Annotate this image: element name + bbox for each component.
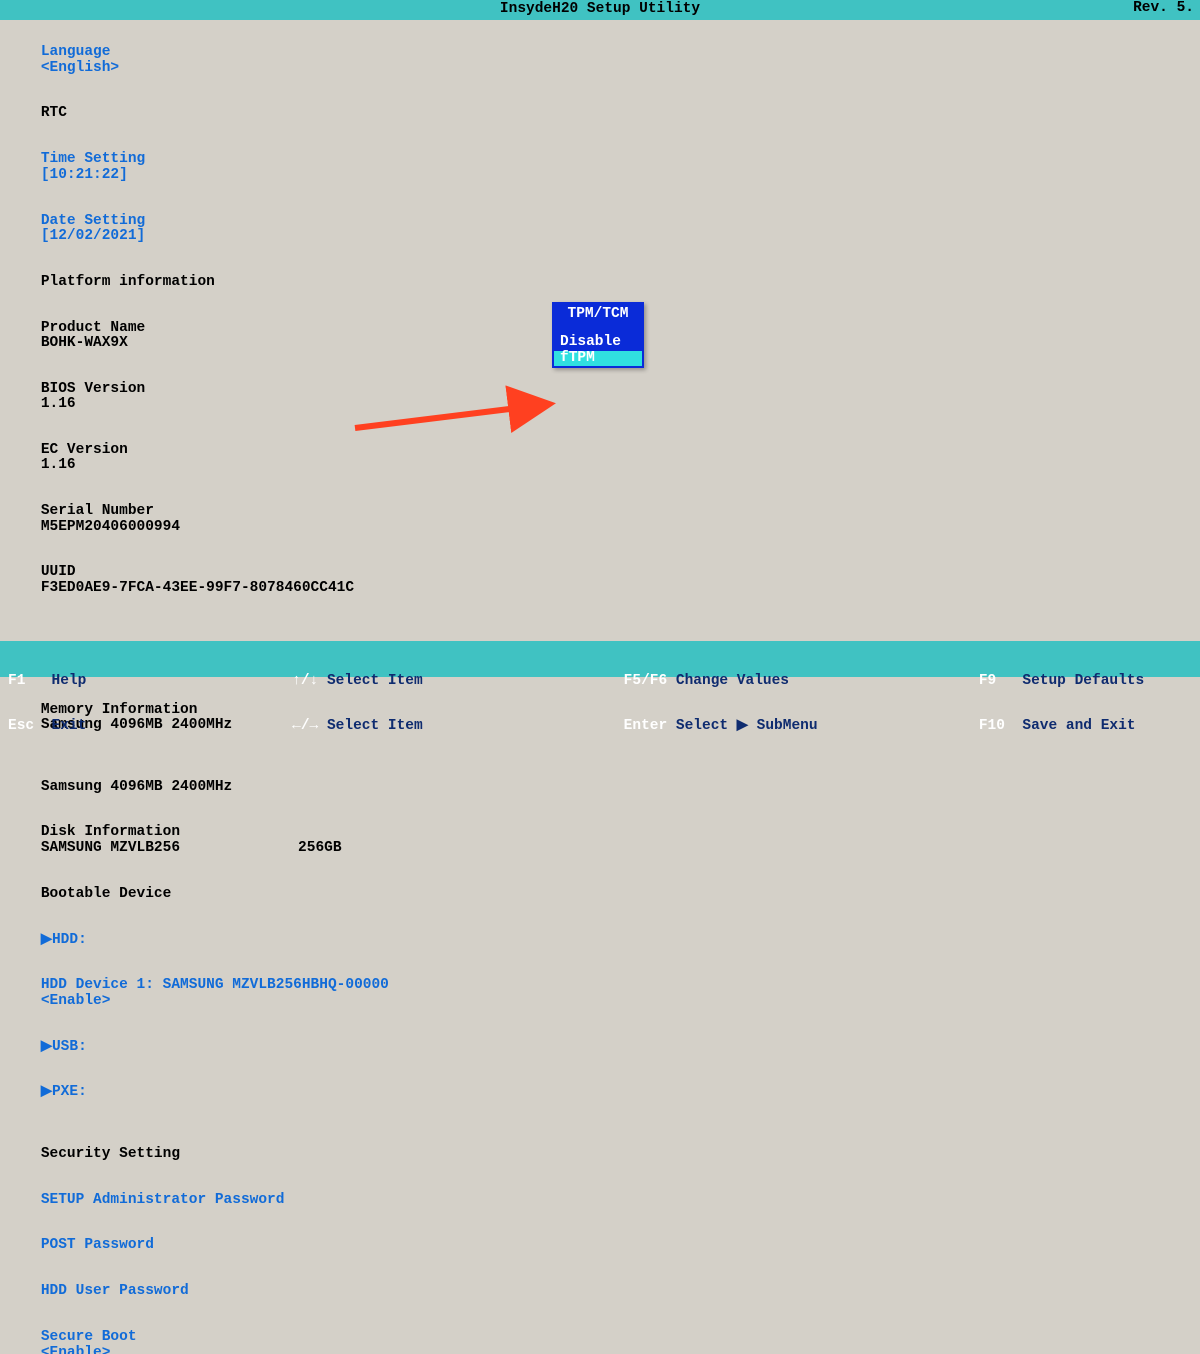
- label-setup-admin-password: SETUP Administrator Password: [41, 1193, 437, 1208]
- label-ec-version: EC Version: [41, 443, 437, 458]
- value-mem-info-2: Samsung 4096MB 2400MHz: [41, 780, 232, 795]
- footer-col-2: ↑/↓ Select Item ←/→ Select Item: [292, 643, 624, 765]
- value-uuid: F3ED0AE9-7FCA-43EE-99F7-8078460CC41C: [41, 581, 354, 596]
- label-post-password: POST Password: [41, 1238, 437, 1253]
- row-ec-version: EC Version 1.16: [6, 428, 1194, 489]
- value-product-name: BOHK-WAX9X: [41, 336, 128, 351]
- row-usb[interactable]: ▶USB:: [6, 1024, 1194, 1070]
- action-save-and-exit: Save and Exit: [1022, 718, 1135, 734]
- row-rtc: RTC: [6, 91, 1194, 137]
- row-bootable-device: Bootable Device: [6, 871, 1194, 917]
- row-hdd[interactable]: ▶HDD:: [6, 917, 1194, 963]
- footer-help-bar: F1 Help Esc Exit ↑/↓ Select Item ←/→ Sel…: [0, 641, 1200, 677]
- value-disk-info-left: SAMSUNG MZVLB256: [41, 840, 180, 856]
- key-up-down: ↑/↓: [292, 673, 318, 689]
- row-language[interactable]: Language <English>: [6, 30, 1194, 91]
- revision-text: Rev. 5.: [1133, 1, 1194, 16]
- row-setup-admin-password[interactable]: SETUP Administrator Password: [6, 1177, 1194, 1223]
- key-f5-f6: F5/F6: [624, 673, 668, 689]
- key-enter: Enter: [624, 718, 668, 734]
- row-date-setting[interactable]: Date Setting [12/02/2021]: [6, 198, 1194, 259]
- action-exit: Exit: [52, 718, 87, 734]
- label-pxe: ▶PXE:: [41, 1085, 437, 1100]
- key-f10: F10: [979, 718, 1005, 734]
- label-time-setting: Time Setting: [41, 152, 437, 167]
- value-date-setting: [12/02/2021]: [41, 229, 145, 244]
- value-secure-boot: <Enable>: [41, 1346, 111, 1354]
- value-language: <English>: [41, 61, 119, 76]
- label-serial-number: Serial Number: [41, 504, 437, 519]
- key-f1: F1: [8, 673, 25, 689]
- action-select-item-vert: Select Item: [327, 673, 423, 689]
- key-left-right: ←/→: [292, 718, 318, 734]
- label-date-setting: Date Setting: [41, 214, 437, 229]
- row-hdd-user-password[interactable]: HDD User Password: [6, 1269, 1194, 1315]
- popup-title: TPM/TCM: [554, 304, 642, 327]
- action-select-submenu: Select ▶ SubMenu: [676, 718, 818, 734]
- value-serial-number: M5EPM20406000994: [41, 520, 180, 535]
- label-bios-version: BIOS Version: [41, 382, 437, 397]
- footer-col-3: F5/F6 Change Values Enter Select ▶ SubMe…: [624, 643, 979, 765]
- row-pxe[interactable]: ▶PXE:: [6, 1070, 1194, 1116]
- value-ec-version: 1.16: [41, 458, 76, 473]
- row-hdd-device-1[interactable]: HDD Device 1: SAMSUNG MZVLB256HBHQ-00000…: [6, 963, 1194, 1024]
- row-security-setting: Security Setting: [6, 1131, 1194, 1177]
- label-disk-info: Disk Information: [41, 825, 437, 840]
- label-uuid: UUID: [41, 565, 437, 580]
- label-secure-boot: Secure Boot: [41, 1330, 437, 1345]
- footer-col-4: F9 Setup Defaults F10 Save and Exit: [979, 643, 1192, 765]
- label-product-name: Product Name: [41, 321, 437, 336]
- label-rtc: RTC: [41, 106, 437, 121]
- value-bios-version: 1.16: [41, 397, 76, 412]
- row-secure-boot[interactable]: Secure Boot <Enable>: [6, 1315, 1194, 1354]
- label-hdd-user-password: HDD User Password: [41, 1284, 437, 1299]
- action-help: Help: [52, 673, 87, 689]
- label-hdd-device-1: HDD Device 1: SAMSUNG MZVLB256HBHQ-00000: [41, 978, 459, 993]
- label-security-setting: Security Setting: [41, 1147, 437, 1162]
- label-bootable-device: Bootable Device: [41, 887, 437, 902]
- row-platform-info: Platform information: [6, 259, 1194, 305]
- value-hdd-device-1: <Enable>: [41, 994, 111, 1009]
- title-text: InsydeH20 Setup Utility: [500, 2, 700, 17]
- popup-tpm-tcm[interactable]: TPM/TCM Disable fTPM: [552, 302, 644, 368]
- label-platform-info: Platform information: [41, 275, 437, 290]
- label-hdd: ▶HDD:: [41, 933, 437, 948]
- action-setup-defaults: Setup Defaults: [1022, 673, 1144, 689]
- key-esc: Esc: [8, 718, 34, 734]
- footer-col-1: F1 Help Esc Exit: [8, 643, 292, 765]
- key-f9: F9: [979, 673, 996, 689]
- label-usb: ▶USB:: [41, 1040, 437, 1055]
- row-uuid: UUID F3ED0AE9-7FCA-43EE-99F7-8078460CC41…: [6, 550, 1194, 611]
- value-disk-info-right: 256GB: [298, 840, 342, 856]
- popup-option-disable[interactable]: Disable: [554, 335, 642, 350]
- row-time-setting[interactable]: Time Setting [10:21:22]: [6, 137, 1194, 198]
- row-bios-version: BIOS Version 1.16: [6, 367, 1194, 428]
- row-post-password[interactable]: POST Password: [6, 1223, 1194, 1269]
- row-serial-number: Serial Number M5EPM20406000994: [6, 489, 1194, 550]
- action-select-item-horiz: Select Item: [327, 718, 423, 734]
- popup-option-ftpm[interactable]: fTPM: [554, 351, 642, 366]
- label-language: Language: [41, 45, 437, 60]
- action-change-values: Change Values: [676, 673, 789, 689]
- value-time-setting: [10:21:22]: [41, 168, 128, 183]
- row-disk-info: Disk Information SAMSUNG MZVLB256 256GB: [6, 810, 1194, 871]
- title-bar: InsydeH20 Setup Utility Rev. 5.: [0, 0, 1200, 20]
